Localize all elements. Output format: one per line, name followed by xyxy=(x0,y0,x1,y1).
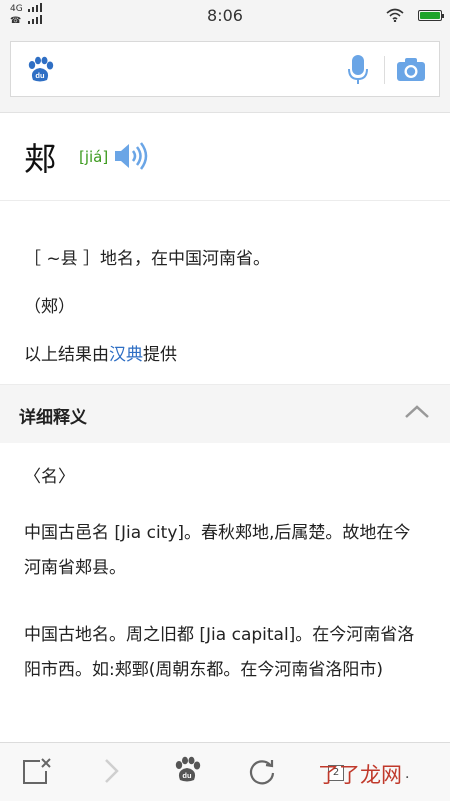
speaker-icon[interactable] xyxy=(113,142,149,174)
chevron-up-icon[interactable] xyxy=(404,403,430,423)
svg-text:du: du xyxy=(35,71,45,80)
battery-icon xyxy=(418,9,444,21)
clock: 8:06 xyxy=(207,6,243,25)
camera-icon[interactable] xyxy=(396,56,426,86)
forward-icon[interactable] xyxy=(102,757,122,789)
wifi-icon xyxy=(386,8,404,22)
source-suffix: 提供 xyxy=(143,345,177,365)
baidu-paw-icon[interactable]: du xyxy=(25,56,55,88)
divider xyxy=(384,56,385,84)
watermark-logo: 了了龙网 · xyxy=(318,763,410,787)
basic-definition: ［ ~县 ］地名，在中国河南省。 xyxy=(24,249,271,269)
definition-paragraph-2: 中国古地名。周之旧都 [Jia capital]。在今河南省洛阳市西。如:郏鄄(… xyxy=(24,625,415,680)
hantian-link[interactable]: 汉典 xyxy=(109,345,143,365)
detail-section-header[interactable]: 详细释义 xyxy=(0,384,450,443)
part-of-speech: 〈名〉 xyxy=(24,467,75,487)
svg-text:du: du xyxy=(182,771,192,780)
search-header: du xyxy=(0,30,450,113)
home-baidu-icon[interactable]: du xyxy=(172,755,202,789)
status-bar: 4G ☎ 8:06 xyxy=(0,0,450,30)
bottom-toolbar: du 2 了了龙网 · xyxy=(0,742,450,801)
refresh-icon[interactable] xyxy=(248,757,276,789)
search-input[interactable] xyxy=(73,52,337,88)
microphone-icon[interactable] xyxy=(347,54,369,90)
search-box[interactable]: du xyxy=(10,41,440,97)
close-page-icon[interactable] xyxy=(22,757,52,789)
traditional-form: （郟） xyxy=(24,297,75,317)
headword: 郏 xyxy=(24,140,57,178)
word-header: 郏 [jiá] xyxy=(0,112,450,201)
pinyin: [jiá] xyxy=(79,148,109,166)
definition-paragraph-1: 中国古邑名 [Jia city]。春秋郏地,后属楚。故地在今河南省郏县。 xyxy=(24,523,411,578)
source-line: 以上结果由汉典提供 xyxy=(24,340,177,365)
source-prefix: 以上结果由 xyxy=(24,345,109,365)
section-title: 详细释义 xyxy=(19,408,87,428)
